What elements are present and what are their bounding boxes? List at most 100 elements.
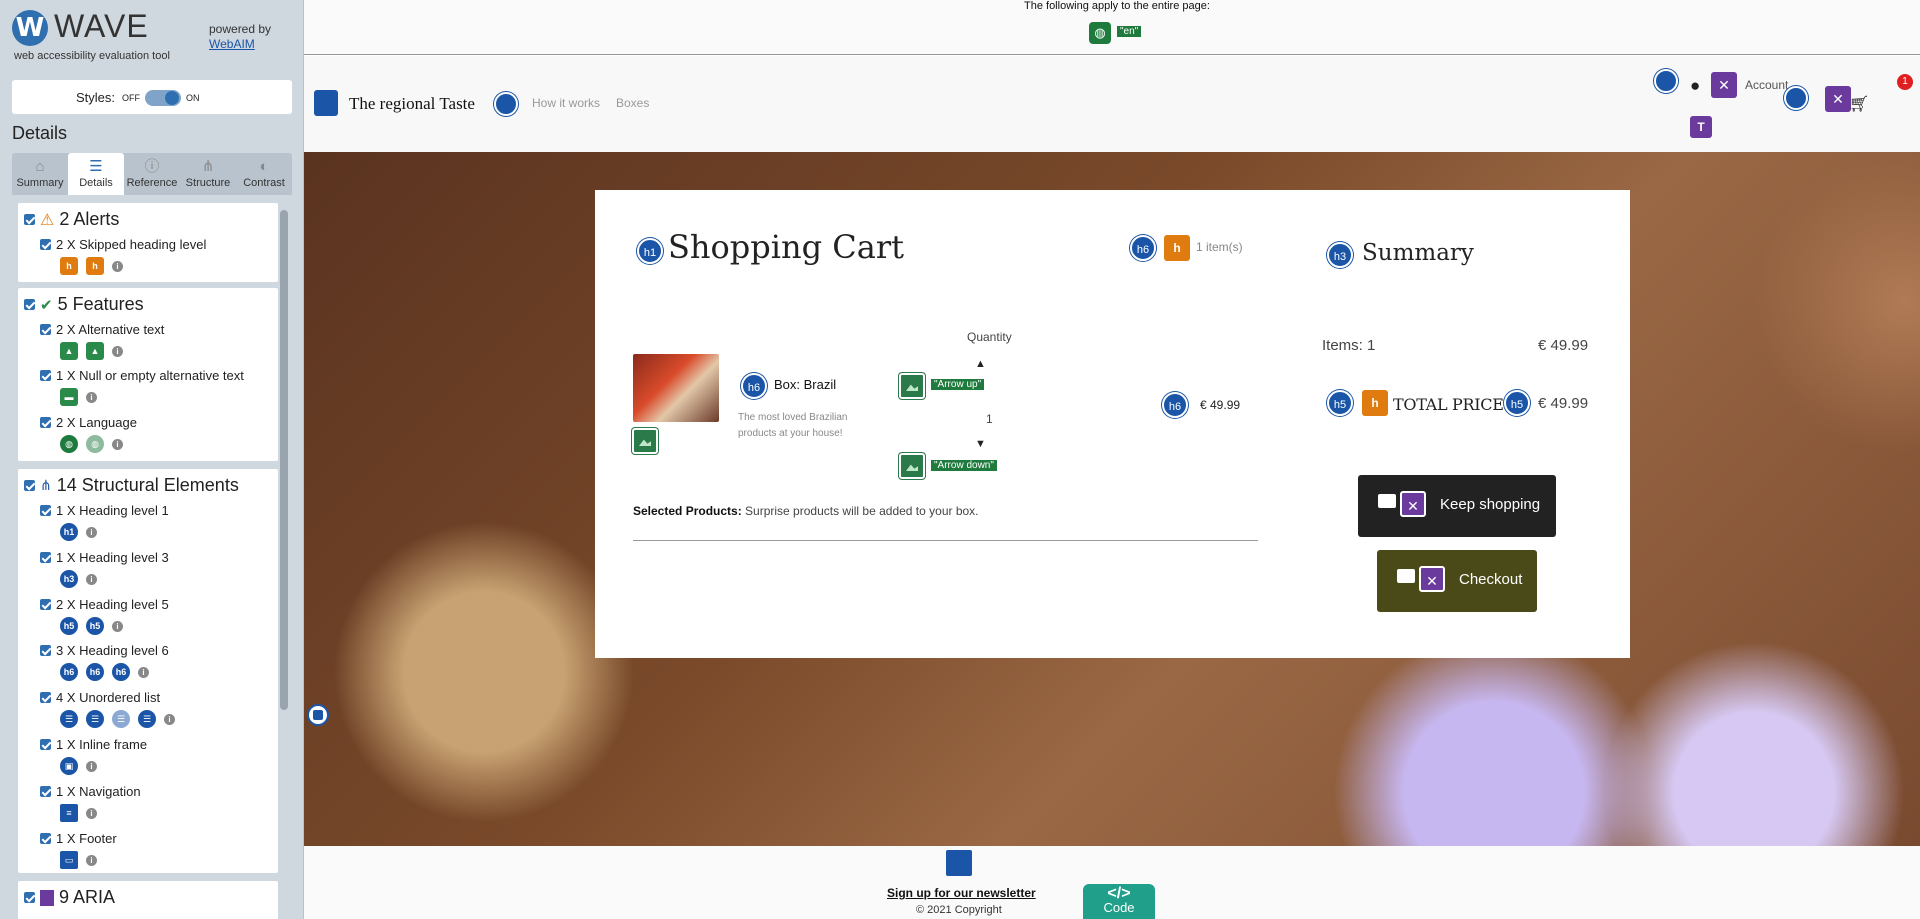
skipped-heading-alert-icon[interactable]: h: [86, 257, 104, 275]
checkout-button[interactable]: ✕ Checkout: [1377, 550, 1537, 612]
heading-6-icon[interactable]: h6: [1130, 235, 1156, 261]
globe-icon[interactable]: ◍: [60, 435, 78, 453]
unordered-list-icon[interactable]: ☰: [60, 710, 78, 728]
cart-icon[interactable]: 🛒︎: [1849, 94, 1869, 114]
tab-structure[interactable]: ⋔ Structure: [180, 153, 236, 195]
item-checkbox[interactable]: [40, 739, 51, 750]
info-icon[interactable]: i: [86, 760, 97, 772]
tab-contrast[interactable]: ◐ Contrast: [236, 153, 292, 195]
arrow-up-icon[interactable]: ▲: [975, 358, 986, 370]
styles-toggle[interactable]: [145, 90, 181, 106]
info-icon[interactable]: i: [86, 854, 97, 866]
info-icon[interactable]: i: [86, 526, 97, 538]
nav-boxes[interactable]: Boxes: [616, 96, 649, 110]
skipped-heading-alert-icon[interactable]: h: [1362, 390, 1388, 416]
heading-5-icon[interactable]: h5: [60, 617, 78, 635]
item-checkbox[interactable]: [40, 692, 51, 703]
heading-5-icon[interactable]: h5: [1327, 390, 1353, 416]
info-icon[interactable]: i: [112, 260, 123, 272]
aria-hidden-icon[interactable]: ✕: [1419, 566, 1445, 592]
image-alt-icon[interactable]: [899, 453, 925, 479]
styles-toggle-box: Styles: OFF ON: [12, 80, 292, 114]
item-checkbox[interactable]: [40, 599, 51, 610]
newsletter-link[interactable]: Sign up for our newsletter: [887, 886, 1036, 900]
heading-6-icon[interactable]: h6: [741, 373, 767, 399]
structure-checkbox[interactable]: [24, 480, 35, 491]
heading-6-icon[interactable]: h6: [1162, 392, 1188, 418]
globe-icon[interactable]: ◍: [86, 435, 104, 453]
unordered-list-icon[interactable]: [1784, 86, 1808, 110]
account-link[interactable]: Account: [1745, 78, 1788, 92]
keep-shopping-button[interactable]: ✕ Keep shopping: [1358, 475, 1556, 537]
heading-1-icon[interactable]: h1: [637, 238, 663, 264]
item-checkbox[interactable]: [40, 786, 51, 797]
info-icon[interactable]: i: [164, 713, 175, 725]
code-button[interactable]: </> Code: [1083, 884, 1155, 919]
panel-scrollbar[interactable]: [280, 210, 288, 710]
skipped-heading-alert-icon[interactable]: h: [60, 257, 78, 275]
nav-icons: ≡ i: [60, 804, 97, 822]
footer-icon[interactable]: [946, 850, 972, 876]
aria-tabindex-icon[interactable]: T: [1690, 116, 1712, 138]
heading-5-icon[interactable]: h5: [86, 617, 104, 635]
wave-logo-text: WAVE: [54, 8, 149, 44]
heading-6-icon[interactable]: h6: [86, 663, 104, 681]
brand-name[interactable]: The regional Taste: [349, 94, 475, 114]
heading-1-icon[interactable]: h1: [60, 523, 78, 541]
webaim-link[interactable]: WebAIM: [209, 37, 255, 51]
info-icon[interactable]: i: [112, 438, 123, 450]
inline-frame-icon[interactable]: [307, 704, 329, 726]
footer-icon[interactable]: ▭: [60, 851, 78, 869]
unordered-list-icon[interactable]: [1654, 69, 1678, 93]
tab-details[interactable]: ☰ Details: [68, 153, 124, 195]
item-label: 1 X Inline frame: [56, 737, 148, 752]
item-checkbox[interactable]: [40, 552, 51, 563]
tab-reference[interactable]: ⓘ Reference: [124, 153, 180, 195]
unordered-list-icon[interactable]: ☰: [112, 710, 130, 728]
globe-icon[interactable]: ◍: [1089, 22, 1111, 44]
info-icon[interactable]: i: [86, 807, 97, 819]
unordered-list-icon[interactable]: ☰: [86, 710, 104, 728]
arrow-down-icon[interactable]: ▼: [975, 438, 986, 450]
info-icon[interactable]: i: [112, 620, 123, 632]
image-alt-icon[interactable]: ▲: [60, 342, 78, 360]
aria-checkbox[interactable]: [24, 892, 35, 903]
heading-6-icon[interactable]: h6: [60, 663, 78, 681]
item-checkbox[interactable]: [40, 324, 51, 335]
alerts-checkbox[interactable]: [24, 214, 35, 225]
info-icon[interactable]: i: [138, 666, 149, 678]
tab-details-label: Details: [79, 177, 113, 189]
item-checkbox[interactable]: [40, 645, 51, 656]
info-icon[interactable]: i: [86, 391, 97, 403]
nav-how-it-works[interactable]: How it works: [532, 96, 600, 110]
heading-5-icon[interactable]: h5: [1504, 390, 1530, 416]
features-checkbox[interactable]: [24, 299, 35, 310]
tab-summary[interactable]: ⌂ Summary: [12, 153, 68, 195]
aria-hidden-icon[interactable]: ✕: [1711, 72, 1737, 98]
user-icon[interactable]: ●: [1690, 76, 1700, 96]
navigation-icon[interactable]: [314, 90, 338, 116]
item-checkbox[interactable]: [40, 417, 51, 428]
item-checkbox[interactable]: [40, 505, 51, 516]
item-checkbox[interactable]: [40, 239, 51, 250]
image-alt-icon[interactable]: [899, 373, 925, 399]
image-null-alt-icon[interactable]: [632, 428, 658, 454]
image-alt-icon[interactable]: ▲: [86, 342, 104, 360]
aria-hidden-icon[interactable]: ✕: [1825, 86, 1851, 112]
navigation-icon[interactable]: ≡: [60, 804, 78, 822]
image-null-alt-icon[interactable]: ▬: [60, 388, 78, 406]
info-icon[interactable]: i: [86, 573, 97, 585]
aria-hidden-icon[interactable]: ✕: [1400, 491, 1426, 517]
quantity-value: 1: [986, 412, 993, 426]
info-icon[interactable]: i: [112, 345, 123, 357]
item-checkbox[interactable]: [40, 833, 51, 844]
unordered-list-icon[interactable]: [494, 92, 518, 116]
unordered-list-icon[interactable]: ☰: [138, 710, 156, 728]
heading-3-icon[interactable]: h3: [60, 570, 78, 588]
inline-frame-icon[interactable]: ▣: [60, 757, 78, 775]
heading-6-icon[interactable]: h6: [112, 663, 130, 681]
item-checkbox[interactable]: [40, 370, 51, 381]
heading-3-icon[interactable]: h3: [1327, 242, 1353, 268]
skipped-heading-alert-icon[interactable]: h: [1164, 235, 1190, 261]
item-label: 1 X Navigation: [56, 784, 141, 799]
